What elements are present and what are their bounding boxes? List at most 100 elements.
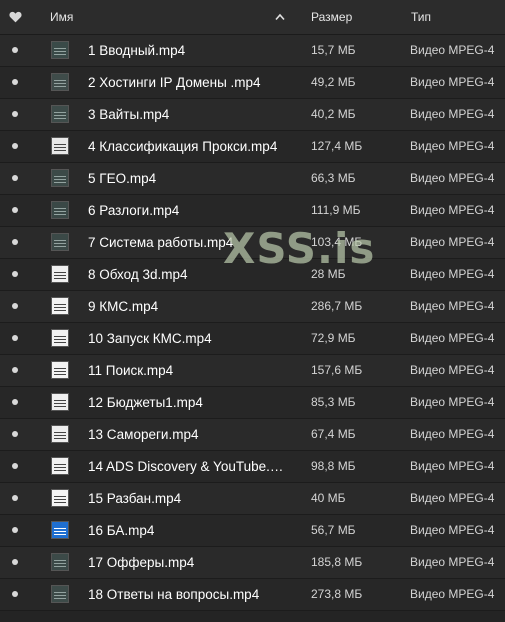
- file-type: Видео MPEG-4: [410, 331, 495, 345]
- file-row[interactable]: 2 Хостинги IP Домены .mp4 49,2 МБ Видео MP…: [0, 67, 505, 99]
- favorite-dot-icon[interactable]: [12, 463, 18, 469]
- video-thumbnail: [51, 233, 69, 251]
- video-thumbnail: [51, 297, 69, 315]
- video-thumbnail: [51, 41, 69, 59]
- file-size: 67,4 МБ: [311, 427, 356, 441]
- file-size: 286,7 МБ: [311, 299, 363, 313]
- favorite-dot-icon[interactable]: [12, 207, 18, 213]
- file-row[interactable]: 16 БА.mp4 56,7 МБ Видео MPEG-4: [0, 515, 505, 547]
- file-type: Видео MPEG-4: [410, 395, 495, 409]
- file-size: 49,2 МБ: [311, 75, 356, 89]
- file-name: 12 Бюджеты1.mp4: [88, 395, 203, 410]
- file-name: 14 ADS Discovery & YouTube.mp4: [88, 459, 288, 474]
- file-name: 2 Хостинги IP Домены .mp4: [88, 75, 261, 90]
- video-thumbnail: [51, 553, 69, 571]
- favorite-column-header[interactable]: [9, 0, 23, 34]
- file-name: 6 Разлоги.mp4: [88, 203, 180, 218]
- file-size: 56,7 МБ: [311, 523, 356, 537]
- file-size: 40 МБ: [311, 491, 346, 505]
- video-thumbnail: [51, 489, 69, 507]
- file-name: 10 Запуск КМС.mp4: [88, 331, 212, 346]
- favorite-dot-icon[interactable]: [12, 367, 18, 373]
- file-row[interactable]: 3 Вайты.mp4 40,2 МБ Видео MPEG-4: [0, 99, 505, 131]
- favorite-dot-icon[interactable]: [12, 399, 18, 405]
- favorite-dot-icon[interactable]: [12, 271, 18, 277]
- video-thumbnail: [51, 105, 69, 123]
- video-thumbnail: [51, 137, 69, 155]
- video-thumbnail: [51, 73, 69, 91]
- file-type: Видео MPEG-4: [410, 107, 495, 121]
- file-size: 98,8 МБ: [311, 459, 356, 473]
- file-type: Видео MPEG-4: [410, 171, 495, 185]
- size-column-header[interactable]: Размер: [311, 0, 352, 34]
- file-size: 28 МБ: [311, 267, 346, 281]
- file-size: 111,9 МБ: [311, 203, 361, 217]
- favorite-dot-icon[interactable]: [12, 239, 18, 245]
- video-thumbnail: [51, 169, 69, 187]
- file-type: Видео MPEG-4: [410, 523, 495, 537]
- video-thumbnail: [51, 521, 69, 539]
- video-thumbnail: [51, 361, 69, 379]
- file-row[interactable]: 9 КМС.mp4 286,7 МБ Видео MPEG-4: [0, 291, 505, 323]
- file-size: 72,9 МБ: [311, 331, 356, 345]
- chevron-up-icon: [275, 13, 285, 21]
- favorite-dot-icon[interactable]: [12, 175, 18, 181]
- file-type: Видео MPEG-4: [410, 555, 495, 569]
- file-row[interactable]: 6 Разлоги.mp4 111,9 МБ Видео MPEG-4: [0, 195, 505, 227]
- file-size: 185,8 МБ: [311, 555, 363, 569]
- file-type: Видео MPEG-4: [410, 491, 495, 505]
- file-type: Видео MPEG-4: [410, 75, 495, 89]
- file-row[interactable]: 17 Офферы.mp4 185,8 МБ Видео MPEG-4: [0, 547, 505, 579]
- file-name: 8 Обход 3d.mp4: [88, 267, 188, 282]
- video-thumbnail: [51, 329, 69, 347]
- file-type: Видео MPEG-4: [410, 139, 495, 153]
- file-type: Видео MPEG-4: [410, 459, 495, 473]
- file-type: Видео MPEG-4: [410, 587, 495, 601]
- name-column-header[interactable]: Имя: [50, 0, 73, 34]
- file-row[interactable]: 4 Классификация Прокси.mp4 127,4 МБ Видео …: [0, 131, 505, 163]
- video-thumbnail: [51, 201, 69, 219]
- favorite-dot-icon[interactable]: [12, 431, 18, 437]
- favorite-dot-icon[interactable]: [12, 559, 18, 565]
- file-name: 3 Вайты.mp4: [88, 107, 170, 122]
- file-row[interactable]: 10 Запуск КМС.mp4 72,9 МБ Видео MPEG-4: [0, 323, 505, 355]
- file-row[interactable]: 14 ADS Discovery & YouTube.mp4 98,8 МБ Вид…: [0, 451, 505, 483]
- file-name: 9 КМС.mp4: [88, 299, 159, 314]
- favorite-dot-icon[interactable]: [12, 143, 18, 149]
- file-name: 1 Вводный.mp4: [88, 43, 186, 58]
- favorite-dot-icon[interactable]: [12, 111, 18, 117]
- file-row[interactable]: 8 Обход 3d.mp4 28 МБ Видео MPEG-4: [0, 259, 505, 291]
- file-size: 273,8 МБ: [311, 587, 363, 601]
- type-column-header[interactable]: Тип: [411, 0, 431, 34]
- file-name: 13 Самореги.mp4: [88, 427, 199, 442]
- favorite-dot-icon[interactable]: [12, 527, 18, 533]
- file-type: Видео MPEG-4: [410, 203, 495, 217]
- file-row[interactable]: 7 Система работы.mp4 103,4 МБ Видео MPEG-4: [0, 227, 505, 259]
- sort-toggle[interactable]: [272, 0, 288, 34]
- file-size: 103,4 МБ: [311, 235, 363, 249]
- file-row[interactable]: 18 Ответы на вопросы.mp4 273,8 МБ Видео MP…: [0, 579, 505, 611]
- file-name: 4 Классификация Прокси.mp4: [88, 139, 278, 154]
- favorite-dot-icon[interactable]: [12, 591, 18, 597]
- file-row[interactable]: 15 Разбан.mp4 40 МБ Видео MPEG-4: [0, 483, 505, 515]
- file-name: 16 БА.mp4: [88, 523, 155, 538]
- file-row[interactable]: 12 Бюджеты1.mp4 85,3 МБ Видео MPEG-4: [0, 387, 505, 419]
- favorite-dot-icon[interactable]: [12, 303, 18, 309]
- file-name: 15 Разбан.mp4: [88, 491, 182, 506]
- file-name: 5 ГЕО.mp4: [88, 171, 157, 186]
- favorite-dot-icon[interactable]: [12, 495, 18, 501]
- favorite-dot-icon[interactable]: [12, 335, 18, 341]
- file-row[interactable]: 13 Самореги.mp4 67,4 МБ Видео MPEG-4: [0, 419, 505, 451]
- file-row[interactable]: 11 Поиск.mp4 157,6 МБ Видео MPEG-4: [0, 355, 505, 387]
- file-name: 17 Офферы.mp4: [88, 555, 195, 570]
- favorite-dot-icon[interactable]: [12, 47, 18, 53]
- file-name: 11 Поиск.mp4: [88, 363, 174, 378]
- file-type: Видео MPEG-4: [410, 299, 495, 313]
- file-row[interactable]: 1 Вводный.mp4 15,7 МБ Видео MPEG-4: [0, 35, 505, 67]
- favorite-dot-icon[interactable]: [12, 79, 18, 85]
- heart-icon: [9, 11, 22, 23]
- file-row[interactable]: 5 ГЕО.mp4 66,3 МБ Видео MPEG-4: [0, 163, 505, 195]
- file-type: Видео MPEG-4: [410, 427, 495, 441]
- video-thumbnail: [51, 457, 69, 475]
- file-size: 66,3 МБ: [311, 171, 356, 185]
